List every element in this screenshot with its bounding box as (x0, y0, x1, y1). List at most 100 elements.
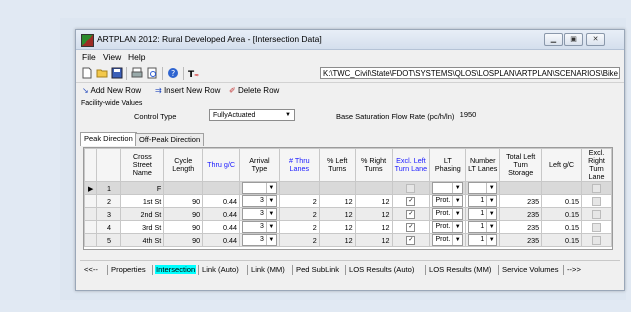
bottom-tab[interactable]: Link (Auto) (201, 265, 240, 274)
data-cell[interactable]: 2 (278, 194, 320, 208)
data-cell[interactable] (499, 181, 543, 195)
checkbox-cell[interactable] (580, 207, 612, 221)
checkbox[interactable] (591, 222, 601, 232)
menu-view[interactable]: View (103, 52, 121, 62)
dropdown-cell[interactable]: ▼ (239, 181, 280, 195)
data-cell[interactable]: 90 (163, 220, 204, 234)
file-path-field[interactable]: K:\TWC_Civil\State\FDOT\SYSTEMS\QLOS\LOS… (320, 67, 620, 79)
cell-dropdown[interactable]: 3 ▼ (242, 208, 277, 220)
delete-row-button[interactable]: ✐ Delete Row (229, 86, 279, 95)
tools-icon[interactable]: T ≈ (188, 67, 200, 79)
bottom-tab[interactable]: Properties (110, 265, 147, 274)
data-cell[interactable] (541, 181, 582, 195)
data-cell[interactable]: 235 (499, 207, 543, 221)
data-cell[interactable] (278, 181, 320, 195)
dropdown-cell[interactable]: ▼ (429, 181, 467, 195)
bottom-tab[interactable]: -->> (566, 265, 582, 274)
dropdown-cell[interactable]: 3 ▼ (239, 220, 280, 234)
table-row[interactable]: 3 2nd St 90 0.44 3 ▼ 2 12 12 ✓ Prot. ▼ 1 ▼ 235 0.15 (84, 207, 612, 221)
row-selector[interactable] (84, 207, 97, 221)
cell-dropdown[interactable]: ▼ (242, 182, 277, 194)
checkbox-cell[interactable]: ✓ (391, 207, 431, 221)
open-folder-icon[interactable] (96, 67, 108, 79)
bottom-tab[interactable]: Service Volumes (501, 265, 560, 274)
checkbox[interactable] (591, 183, 601, 193)
cell-dropdown[interactable]: 1 ▼ (468, 221, 498, 233)
bottom-tab[interactable]: LOS Results (MM) (428, 265, 492, 274)
cell-dropdown[interactable]: 3 ▼ (242, 234, 277, 246)
cell-dropdown[interactable]: ▼ (432, 182, 464, 194)
checkbox[interactable] (591, 196, 601, 206)
cross-street-cell[interactable]: 4th St (120, 233, 165, 247)
data-cell[interactable] (354, 181, 393, 195)
table-row[interactable]: 2 1st St 90 0.44 3 ▼ 2 12 12 ✓ Prot. ▼ 1 ▼ 235 0.15 (84, 194, 612, 208)
bottom-tab[interactable]: Ped SubLink (295, 265, 340, 274)
dropdown-cell[interactable]: 3 ▼ (239, 194, 280, 208)
table-row[interactable]: 5 4th St 90 0.44 3 ▼ 2 12 12 ✓ Prot. ▼ 1 ▼ 235 0.15 (84, 233, 612, 247)
minimize-button[interactable]: ▁ (544, 33, 563, 46)
table-row[interactable]: ▶ 1 F ▼ ▼ ▼ (84, 181, 612, 195)
help-icon[interactable]: ? (167, 67, 179, 79)
data-cell[interactable]: 0.15 (541, 220, 582, 234)
cell-dropdown[interactable]: Prot. ▼ (432, 208, 464, 220)
data-cell[interactable]: 2 (278, 233, 320, 247)
cell-dropdown[interactable]: 3 ▼ (242, 195, 277, 207)
cross-street-cell[interactable]: 1st St (120, 194, 165, 208)
checkbox[interactable]: ✓ (406, 196, 416, 206)
cell-dropdown[interactable]: Prot. ▼ (432, 195, 464, 207)
dropdown-cell[interactable]: Prot. ▼ (429, 194, 467, 208)
dropdown-cell[interactable]: 1 ▼ (465, 220, 501, 234)
cell-dropdown[interactable]: 1 ▼ (468, 234, 498, 246)
dropdown-cell[interactable]: Prot. ▼ (429, 233, 467, 247)
row-selector[interactable] (84, 233, 97, 247)
row-selector[interactable]: ▶ (84, 181, 97, 195)
close-button[interactable]: ✕ (586, 33, 605, 46)
table-row[interactable]: 4 3rd St 90 0.44 3 ▼ 2 12 12 ✓ Prot. ▼ 1 ▼ 235 0.15 (84, 220, 612, 234)
data-cell[interactable] (318, 181, 356, 195)
checkbox-cell[interactable]: ✓ (391, 194, 431, 208)
row-selector[interactable] (84, 220, 97, 234)
data-cell[interactable]: 235 (499, 220, 543, 234)
new-file-icon[interactable] (81, 67, 93, 79)
cell-dropdown[interactable]: Prot. ▼ (432, 234, 464, 246)
data-cell[interactable]: 12 (318, 220, 356, 234)
checkbox[interactable]: ✓ (406, 209, 416, 219)
checkbox[interactable] (406, 183, 416, 193)
bottom-tab[interactable]: <<-- (83, 265, 99, 274)
checkbox[interactable]: ✓ (406, 235, 416, 245)
print-preview-icon[interactable] (146, 67, 158, 79)
checkbox[interactable] (591, 235, 601, 245)
data-cell[interactable]: 2 (278, 207, 320, 221)
maximize-button[interactable]: ▣ (564, 33, 583, 46)
dropdown-cell[interactable]: 1 ▼ (465, 207, 501, 221)
dropdown-cell[interactable]: 3 ▼ (239, 207, 280, 221)
data-cell[interactable]: 12 (354, 194, 393, 208)
row-selector[interactable] (84, 194, 97, 208)
data-cell[interactable]: 12 (318, 233, 356, 247)
bottom-tab[interactable]: LOS Results (Auto) (348, 265, 415, 274)
data-cell[interactable]: 90 (163, 194, 204, 208)
cell-dropdown[interactable]: Prot. ▼ (432, 221, 464, 233)
cross-street-cell[interactable]: 2nd St (120, 207, 165, 221)
data-cell[interactable]: 235 (499, 233, 543, 247)
data-cell[interactable]: 12 (354, 233, 393, 247)
checkbox-cell[interactable] (580, 194, 612, 208)
data-cell[interactable]: 0.15 (541, 194, 582, 208)
dropdown-cell[interactable]: 1 ▼ (465, 194, 501, 208)
dropdown-cell[interactable]: Prot. ▼ (429, 207, 467, 221)
menu-file[interactable]: File (82, 52, 96, 62)
data-cell[interactable]: 235 (499, 194, 543, 208)
data-cell[interactable] (163, 181, 204, 195)
save-icon[interactable] (111, 67, 123, 79)
data-cell[interactable]: 12 (354, 220, 393, 234)
data-cell[interactable]: 0.15 (541, 233, 582, 247)
data-cell[interactable]: 0.44 (202, 220, 241, 234)
bottom-tab[interactable]: Intersection (155, 265, 197, 274)
tab-off-peak-direction[interactable]: Off-Peak Direction (135, 133, 205, 146)
add-new-row-button[interactable]: ↘ Add New Row (82, 86, 141, 95)
data-cell[interactable]: 0.44 (202, 194, 241, 208)
checkbox[interactable] (591, 209, 601, 219)
data-cell[interactable]: 2 (278, 220, 320, 234)
data-cell[interactable]: 12 (318, 207, 356, 221)
data-cell[interactable]: 0.44 (202, 207, 241, 221)
